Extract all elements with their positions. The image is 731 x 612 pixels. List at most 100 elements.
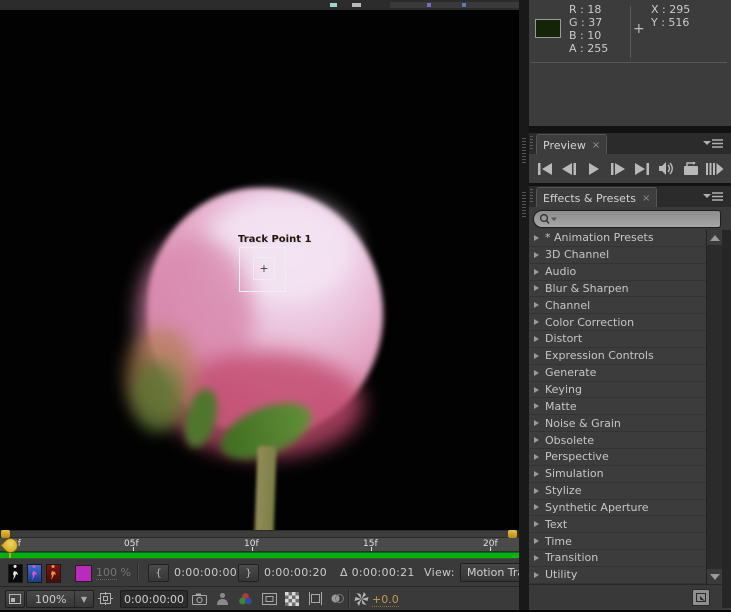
next-frame-button[interactable] [608, 160, 628, 178]
track-point-feature-region[interactable]: + [253, 257, 275, 280]
ruler-tick [371, 547, 372, 551]
play-button[interactable] [584, 160, 604, 178]
panel-grip[interactable] [530, 136, 533, 151]
color-swatch[interactable] [75, 565, 92, 582]
expander-icon[interactable] [534, 521, 539, 527]
category-distort[interactable]: Distort [529, 331, 706, 348]
show-channel-icon[interactable] [236, 591, 254, 606]
expander-icon[interactable] [534, 387, 539, 393]
category-generate[interactable]: Generate [529, 365, 706, 382]
opacity-value[interactable]: 100 % [96, 566, 131, 579]
expander-icon[interactable] [534, 302, 539, 308]
category-stylize[interactable]: Stylize [529, 483, 706, 500]
category-matte[interactable]: Matte [529, 398, 706, 415]
category-3d-channel[interactable]: 3D Channel [529, 247, 706, 264]
track-point-crosshair[interactable]: + [254, 258, 274, 279]
category-channel[interactable]: Channel [529, 297, 706, 314]
exposure-icon[interactable] [352, 591, 370, 606]
exposure-value[interactable]: +0.0 [372, 593, 399, 607]
scroll-down-button[interactable] [707, 569, 723, 584]
expander-icon[interactable] [534, 504, 539, 510]
effects-search-input[interactable] [533, 210, 721, 228]
snapshot-camera-icon[interactable] [190, 591, 208, 606]
category-text[interactable]: Text [529, 516, 706, 533]
expander-icon[interactable] [534, 319, 539, 325]
category-animation-presets[interactable]: * Animation Presets [529, 230, 706, 247]
new-folder-grip-icon[interactable] [692, 589, 710, 606]
layer-viewer-canvas[interactable]: Track Point 1 + [0, 10, 519, 530]
in-point-timecode[interactable]: 0:00:00:00 [174, 566, 237, 579]
first-frame-button[interactable] [535, 160, 555, 178]
channel-thumbnail-luma[interactable] [8, 564, 23, 583]
effects-scrollbar[interactable] [706, 230, 723, 584]
expander-icon[interactable] [534, 336, 539, 342]
ram-preview-button[interactable] [681, 160, 701, 178]
category-blur-sharpen[interactable]: Blur & Sharpen [529, 281, 706, 298]
shuttle-button[interactable] [705, 160, 725, 178]
info-red: R : 18 [569, 3, 601, 16]
expander-icon[interactable] [534, 420, 539, 426]
expander-icon[interactable] [534, 353, 539, 359]
tab-preview[interactable]: Preview × [536, 134, 607, 155]
expander-icon[interactable] [534, 370, 539, 376]
out-point-timecode[interactable]: 0:00:00:20 [264, 566, 327, 579]
previous-frame-button[interactable] [559, 160, 579, 178]
close-icon[interactable]: × [592, 140, 600, 151]
show-snapshot-icon[interactable] [213, 591, 231, 606]
scroll-up-button[interactable] [707, 230, 723, 245]
category-expression-controls[interactable]: Expression Controls [529, 348, 706, 365]
time-ruler[interactable]: 0f 05f 10f 15f 20f [0, 538, 519, 552]
channel-thumbnail-rgb[interactable] [27, 564, 42, 583]
grid-guides-button[interactable] [96, 591, 114, 606]
category-audio[interactable]: Audio [529, 264, 706, 281]
expander-icon[interactable] [534, 471, 539, 477]
category-keying[interactable]: Keying [529, 382, 706, 399]
expander-icon[interactable] [534, 403, 539, 409]
set-out-point-button[interactable]: } [238, 564, 259, 582]
category-obsolete[interactable]: Obsolete [529, 432, 706, 449]
expander-icon[interactable] [534, 235, 539, 241]
category-synthetic-aperture[interactable]: Synthetic Aperture [529, 500, 706, 517]
category-noise-grain[interactable]: Noise & Grain [529, 415, 706, 432]
category-time[interactable]: Time [529, 533, 706, 550]
expander-icon[interactable] [534, 269, 539, 275]
expander-icon[interactable] [534, 538, 539, 544]
expander-icon[interactable] [534, 252, 539, 258]
panel-menu-icon[interactable] [703, 191, 723, 202]
panel-grip[interactable] [530, 189, 533, 204]
panel-divider[interactable] [519, 0, 529, 612]
work-area-span[interactable] [8, 531, 509, 537]
fast-preview-icon[interactable] [328, 591, 346, 606]
magnification-dropdown[interactable]: 100% ▼ [26, 590, 94, 608]
track-point-search-region[interactable]: + [239, 247, 286, 292]
set-in-point-button[interactable]: { [148, 564, 169, 582]
resolution-icon[interactable] [260, 591, 278, 606]
expander-icon[interactable] [534, 285, 539, 291]
chevron-down-icon[interactable]: ▼ [74, 591, 93, 607]
category-perspective[interactable]: Perspective [529, 449, 706, 466]
category-utility[interactable]: Utility [529, 567, 706, 584]
tab-effects-presets[interactable]: Effects & Presets × [536, 187, 657, 208]
panel-right-edge [722, 230, 731, 608]
expander-icon[interactable] [534, 488, 539, 494]
category-simulation[interactable]: Simulation [529, 466, 706, 483]
expander-icon[interactable] [534, 572, 539, 578]
channel-thumbnail-red[interactable] [46, 564, 61, 583]
category-color-correction[interactable]: Color Correction [529, 314, 706, 331]
transport-controls [529, 154, 731, 183]
transparency-grid-icon[interactable] [283, 591, 301, 606]
layer-timeline[interactable]: 0f 05f 10f 15f 20f [0, 530, 519, 558]
preview-tabbar: Preview × [529, 133, 731, 155]
pixel-aspect-icon[interactable] [306, 591, 324, 606]
work-area-end-handle[interactable] [508, 530, 517, 538]
expander-icon[interactable] [534, 437, 539, 443]
audio-toggle-button[interactable] [656, 160, 676, 178]
always-preview-button[interactable] [5, 590, 25, 608]
close-icon[interactable]: × [642, 193, 650, 204]
expander-icon[interactable] [534, 555, 539, 561]
last-frame-button[interactable] [632, 160, 652, 178]
current-time-display[interactable]: 0:00:00:00 [120, 590, 188, 608]
panel-menu-icon[interactable] [703, 138, 723, 149]
category-transition[interactable]: Transition [529, 550, 706, 567]
expander-icon[interactable] [534, 454, 539, 460]
